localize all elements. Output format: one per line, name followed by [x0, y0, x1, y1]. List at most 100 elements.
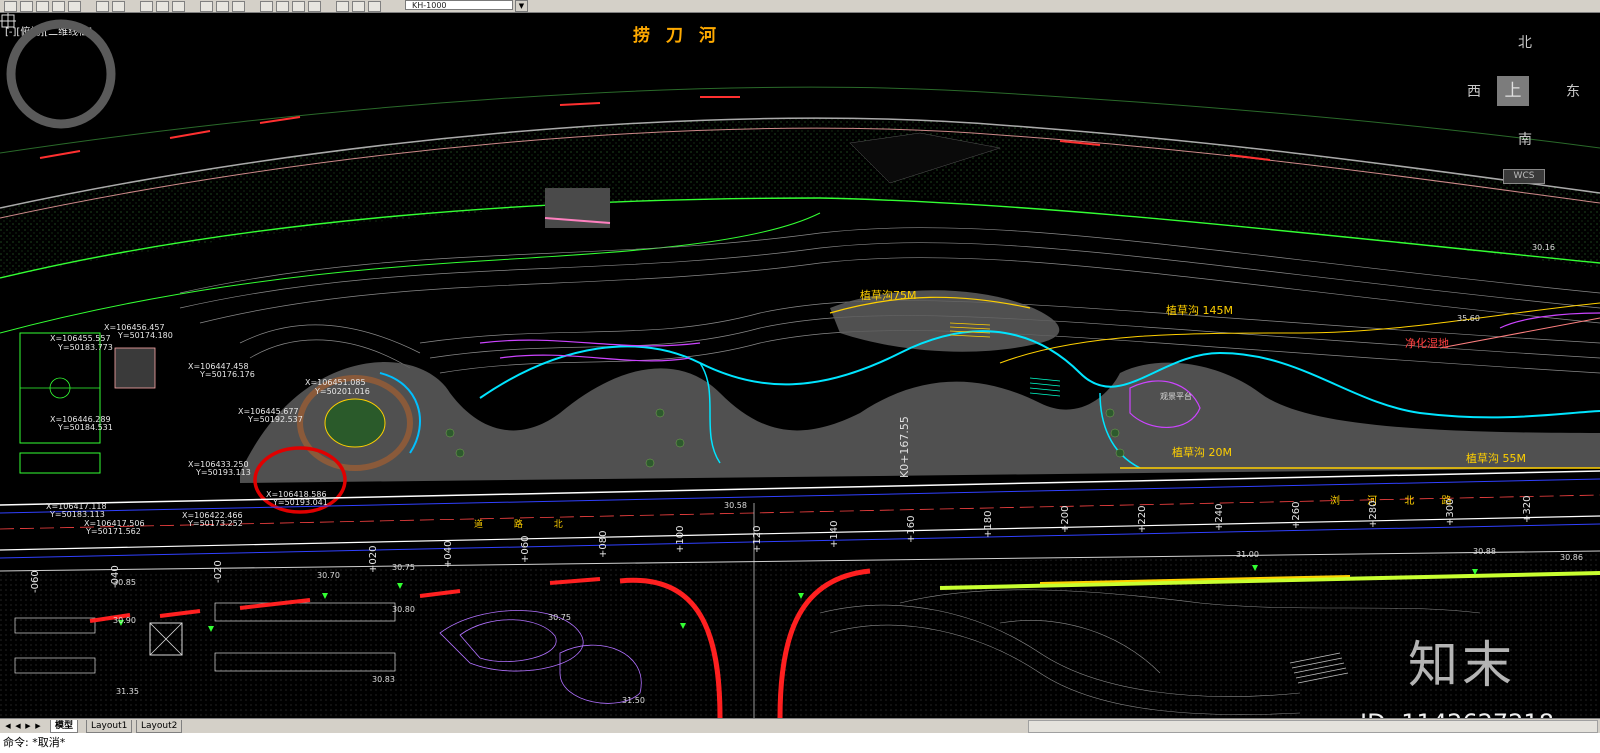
- id-label: ID: 1142627218: [1360, 709, 1554, 718]
- chainage-label: -060: [30, 570, 41, 593]
- chainage-label: +260: [1291, 501, 1302, 529]
- elevation-label: 30.16: [1532, 243, 1555, 252]
- chainage-label: +200: [1060, 505, 1071, 533]
- chainage-label: -020: [213, 560, 224, 583]
- tool-icon[interactable]: [292, 1, 305, 12]
- swale-label: 植草沟75M: [860, 289, 917, 302]
- tool-icon[interactable]: [352, 1, 365, 12]
- station-label: K0+167.55: [898, 416, 911, 478]
- horizontal-scrollbar[interactable]: [1028, 720, 1598, 733]
- elevation-label: 30.86: [1560, 553, 1583, 562]
- layer-combo[interactable]: KH-1000: [405, 0, 513, 10]
- tab-model[interactable]: 模型: [50, 720, 79, 733]
- river-name-label: 捞刀河: [633, 26, 732, 46]
- tool-icon[interactable]: [112, 1, 125, 12]
- chainage-label: +280: [1368, 500, 1379, 528]
- coordinate-label: X=106455.557: [50, 334, 111, 343]
- tool-icon[interactable]: [172, 1, 185, 12]
- tool-icon[interactable]: [368, 1, 381, 12]
- tool-icon[interactable]: [36, 1, 49, 12]
- tool-icon[interactable]: [96, 1, 109, 12]
- chainage-label: +160: [906, 515, 917, 543]
- compass-east-label[interactable]: 东: [1566, 81, 1580, 101]
- watermark-logo: 知末: [1408, 636, 1516, 694]
- coordinate-label: Y=50183.773: [58, 343, 113, 352]
- coordinate-label: Y=50201.016: [315, 387, 370, 396]
- elevation-label: 31.00: [1236, 550, 1259, 559]
- compass-west-label[interactable]: 西: [1467, 81, 1481, 101]
- coordinate-label: Y=50193.113: [196, 468, 251, 477]
- tool-icon[interactable]: [52, 1, 65, 12]
- chainage-label: +100: [675, 525, 686, 553]
- road-name-label: 道 路 北: [474, 520, 577, 530]
- coordinate-label: Y=50171.562: [86, 527, 141, 536]
- coordinate-label: Y=50193.041: [273, 498, 328, 507]
- coordinate-label: Y=50184.531: [58, 423, 113, 432]
- tool-icon[interactable]: [232, 1, 245, 12]
- elevation-label: 30.75: [548, 613, 571, 622]
- tool-icon[interactable]: [156, 1, 169, 12]
- chainage-label: +320: [1522, 495, 1533, 523]
- tab-layout1[interactable]: Layout1: [86, 720, 133, 733]
- coordinate-label: X=106451.085: [305, 378, 366, 387]
- chainage-label: +060: [520, 535, 531, 563]
- elevation-label: 30.85: [113, 578, 136, 587]
- chevron-down-icon[interactable]: ▼: [515, 0, 528, 12]
- coordinate-label: Y=50183.113: [50, 510, 105, 519]
- tool-icon[interactable]: [140, 1, 153, 12]
- chainage-label: +180: [983, 510, 994, 538]
- layout-tab-bar: ◀ ◀ ▶ ▶ 模型 Layout1 Layout2: [0, 718, 1600, 733]
- elevation-label: 30.83: [372, 675, 395, 684]
- last-tab-icon[interactable]: ▶: [34, 721, 42, 731]
- tool-icon[interactable]: [260, 1, 273, 12]
- tool-icon[interactable]: [20, 1, 33, 12]
- coordinate-label: Y=50173.252: [188, 519, 243, 528]
- chainage-label: +040: [443, 540, 454, 568]
- chainage-label: +020: [368, 545, 379, 573]
- coordinate-label: Y=50174.180: [118, 331, 173, 340]
- command-line[interactable]: 命令: *取消*: [0, 733, 1600, 753]
- red-label: 净化湿地: [1405, 337, 1449, 350]
- tool-icon[interactable]: [4, 1, 17, 12]
- chainage-label: +240: [1214, 503, 1225, 531]
- elevation-label: 30.70: [317, 571, 340, 580]
- elevation-label: 30.75: [392, 563, 415, 572]
- elevation-label: 30.80: [392, 605, 415, 614]
- chainage-label: +300: [1445, 498, 1456, 526]
- compass-north-label[interactable]: 北: [1518, 32, 1532, 52]
- plaza-area: [240, 362, 1600, 483]
- coordinate-label: Y=50176.176: [200, 370, 255, 379]
- coordinate-label: Y=50192.537: [248, 415, 303, 424]
- elevation-label: 30.90: [113, 616, 136, 625]
- next-tab-icon[interactable]: ▶: [24, 721, 32, 731]
- swale-label: 植草沟 145M: [1166, 304, 1233, 317]
- swale-label: 植草沟 20M: [1172, 446, 1232, 459]
- tool-icon[interactable]: [200, 1, 213, 12]
- compass-ring-icon[interactable]: [0, 13, 122, 135]
- wcs-menu[interactable]: WCS: [1503, 169, 1545, 184]
- prev-tab-icon[interactable]: ◀: [14, 721, 22, 731]
- tool-icon[interactable]: [68, 1, 81, 12]
- area-label: 观景平台: [1160, 392, 1192, 401]
- swale-line: [999, 302, 1600, 364]
- first-tab-icon[interactable]: ◀: [4, 721, 12, 731]
- chainage-label: +140: [829, 520, 840, 548]
- elevation-label: 30.88: [1473, 547, 1496, 556]
- elevation-label: 35.60: [1457, 314, 1480, 323]
- tool-icon[interactable]: [336, 1, 349, 12]
- elevation-label: 31.50: [622, 696, 645, 705]
- chainage-label: +220: [1137, 505, 1148, 533]
- tool-icon[interactable]: [308, 1, 321, 12]
- viewcube-top-face[interactable]: 上: [1497, 76, 1529, 106]
- toolbar: KH-1000 ▼: [0, 0, 1600, 13]
- elevation-label: 31.35: [116, 687, 139, 696]
- elevation-label: 30.58: [724, 501, 747, 510]
- compass-south-label[interactable]: 南: [1518, 129, 1532, 149]
- drawing-canvas[interactable]: [-][俯视][二维线框] 捞刀河 北 南 西 东 上 WCS X=106456…: [0, 13, 1600, 718]
- road-name-label: 浏 河 北 路: [1330, 496, 1464, 507]
- tab-layout2[interactable]: Layout2: [136, 720, 183, 733]
- swale-label: 植草沟 55M: [1466, 452, 1526, 465]
- tool-icon[interactable]: [216, 1, 229, 12]
- tool-icon[interactable]: [276, 1, 289, 12]
- chainage-label: +080: [598, 530, 609, 558]
